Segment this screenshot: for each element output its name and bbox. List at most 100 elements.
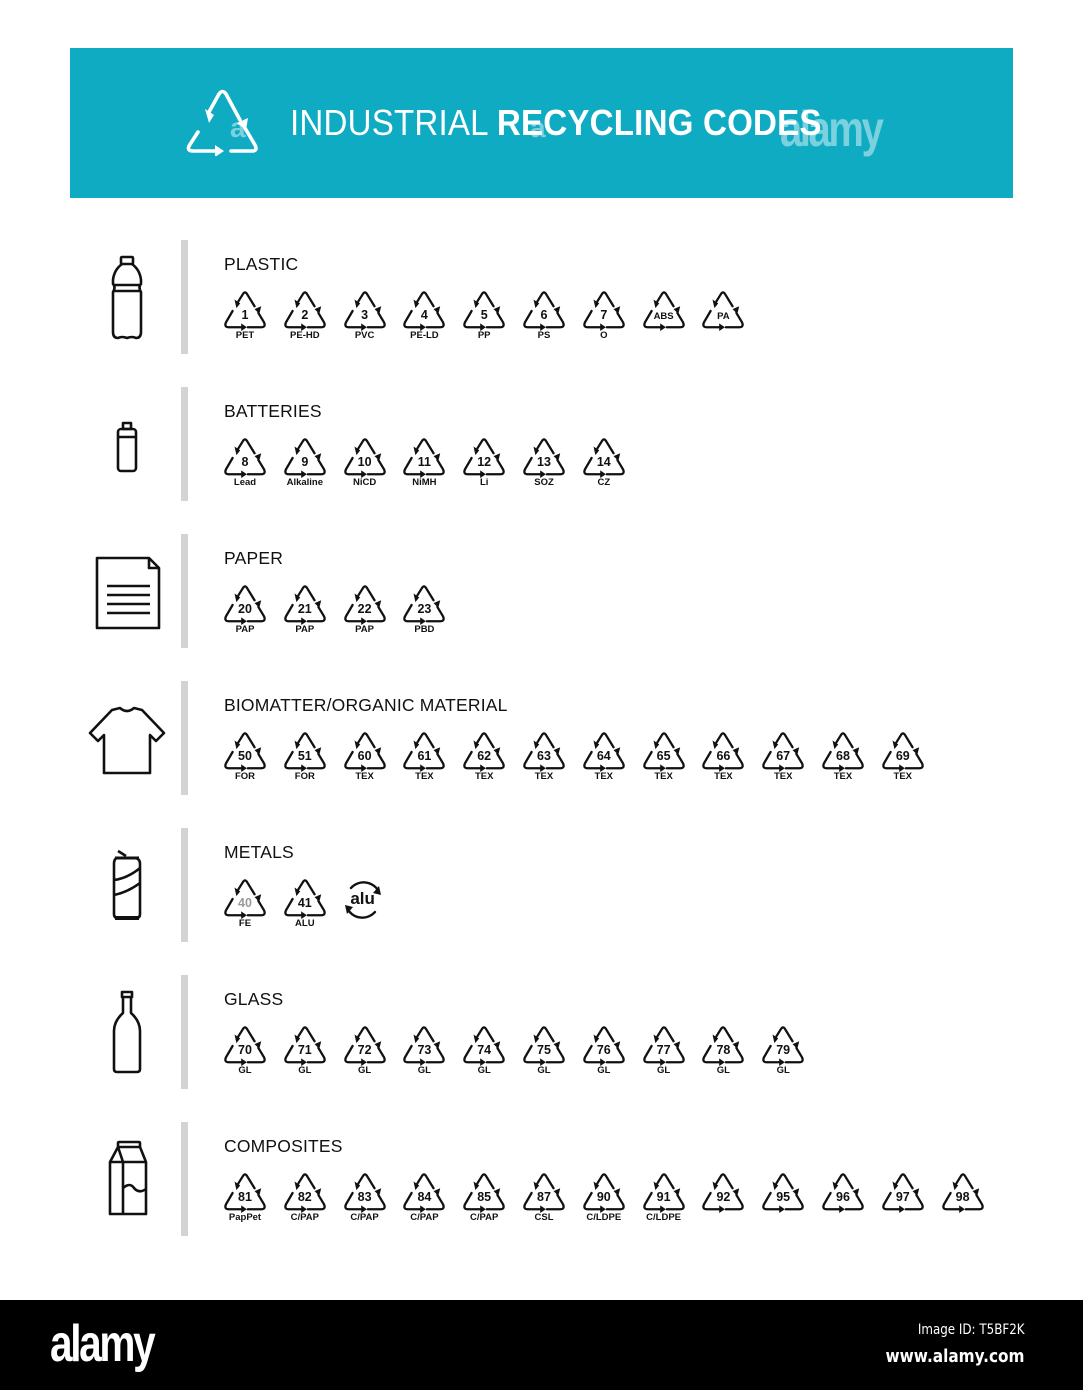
recycling-code: 63 TEX: [519, 731, 569, 787]
recycling-code: 9 Alkaline: [280, 437, 330, 493]
header-banner: a INDUSTRIAL RECYCLING CODES a alamy: [70, 48, 1013, 198]
recycling-code: 6 PS: [519, 290, 569, 346]
code-number: 63: [537, 749, 551, 763]
watermark-letter: a: [230, 112, 246, 143]
code-number: 50: [238, 749, 252, 763]
code-number: 8: [241, 455, 249, 469]
code-number: 14: [596, 455, 611, 469]
code-list: 8Lead 9Alkaline 10NiCD 11NiMH 12Li: [0, 437, 1083, 497]
recycling-code: 66 TEX: [698, 731, 748, 787]
code-label: CZ: [597, 477, 611, 488]
recycling-code: 97: [878, 1172, 928, 1228]
recycling-code: 40 FE: [220, 878, 270, 934]
code-number: 70: [238, 1043, 252, 1057]
code-label: TEX: [893, 771, 913, 782]
code-number: PA: [717, 311, 730, 322]
recycling-code: 77 GL: [639, 1025, 689, 1081]
watermark-letter: a: [530, 112, 546, 143]
code-number: 2: [301, 308, 309, 322]
code-number: 12: [477, 455, 492, 469]
code-number: 5: [480, 308, 488, 322]
code-number: 82: [297, 1190, 312, 1204]
code-list: 20 PAP 21 PAP 22 PAP 23 PBD: [0, 584, 1083, 644]
recycling-code: 41 ALU: [280, 878, 330, 934]
recycling-code: PA: [698, 290, 748, 346]
code-number: 72: [357, 1043, 372, 1057]
code-number: 4: [420, 308, 428, 322]
code-number: 76: [596, 1043, 611, 1057]
code-number: 41: [297, 896, 312, 910]
recycling-code: 4 PE-LD: [399, 290, 449, 346]
recycling-code: 84 C/PAP: [399, 1172, 449, 1228]
code-number: 10: [357, 455, 372, 469]
code-number: 13: [537, 455, 551, 469]
recycling-code: 70 GL: [220, 1025, 270, 1081]
title-light: INDUSTRIAL: [290, 102, 497, 143]
section-glass: GLASS 70 GL 71 GL 72 GL 73 GL 74 GL 75 G…: [0, 975, 1083, 1095]
code-number: 22: [357, 602, 372, 616]
code-number: 67: [776, 749, 791, 763]
recycling-code: 90 C/LDPE: [579, 1172, 629, 1228]
recycling-code: 3 PVC: [340, 290, 390, 346]
footer-url[interactable]: www.alamy.com: [886, 1346, 1025, 1367]
code-list: 81 PapPet 82 C/PAP 83 C/PAP 84 C/PAP 85 C: [0, 1172, 1083, 1232]
code-number: 84: [417, 1190, 432, 1204]
recycling-code: 8 Lead: [220, 437, 270, 493]
recycling-code: 22 PAP: [340, 584, 390, 640]
code-list: 50 FOR 51 FOR 60 TEX 61 TEX 62 TEX 63 TE…: [0, 731, 1083, 791]
recycling-code: 73 GL: [399, 1025, 449, 1081]
recycling-code: 20 PAP: [220, 584, 270, 640]
recycling-code: 76 GL: [579, 1025, 629, 1081]
alu-recycle-icon: alu: [341, 878, 385, 922]
recycling-code: 2 PE-HD: [280, 290, 330, 346]
code-label: PBD: [414, 624, 435, 635]
recycling-code: 67 TEX: [758, 731, 808, 787]
code-number: 23: [417, 602, 432, 616]
code-list: 40 FE 41 ALU alu: [0, 878, 1083, 938]
code-number: 75: [537, 1043, 551, 1057]
code-number: 77: [656, 1043, 671, 1057]
recycling-code: 65 TEX: [639, 731, 689, 787]
code-label: O: [600, 330, 608, 341]
recycling-code: 96: [818, 1172, 868, 1228]
code-label: GL: [776, 1065, 790, 1076]
code-list: 1 PET 2 PE-HD 3 PVC 4 PE-LD 5 PP 6 PS 7 …: [0, 290, 1083, 350]
recycle-triangle-icon: [186, 89, 258, 156]
recycling-code: 98: [938, 1172, 988, 1228]
code-number: 79: [776, 1043, 791, 1057]
code-number: 87: [537, 1190, 551, 1204]
section-title: PLASTIC: [224, 254, 299, 274]
code-number: 6: [540, 308, 548, 322]
code-number: 78: [716, 1043, 731, 1057]
recycling-code: 60 TEX: [340, 731, 390, 787]
section-title: PAPER: [224, 548, 284, 568]
page-title: INDUSTRIAL RECYCLING CODES: [290, 102, 822, 144]
recycling-code: 62 TEX: [459, 731, 509, 787]
recycling-code: 74 GL: [459, 1025, 509, 1081]
code-number: 68: [836, 749, 850, 763]
recycling-code: 10 NiCD: [340, 437, 390, 493]
code-number: 61: [417, 749, 432, 763]
code-number: 66: [716, 749, 731, 763]
code-number: 40: [238, 896, 252, 910]
recycling-code: 91 C/LDPE: [639, 1172, 689, 1228]
recycling-code: 23 PBD: [399, 584, 449, 640]
recycling-code: 1 PET: [220, 290, 270, 346]
recycling-code: 72 GL: [340, 1025, 390, 1081]
code-number: 97: [895, 1190, 910, 1204]
section-title: COMPOSITES: [224, 1136, 343, 1156]
recycling-code: 92: [698, 1172, 748, 1228]
code-number: 21: [297, 602, 312, 616]
section-biomatter-organic-material: BIOMATTER/ORGANIC MATERIAL 50 FOR 51 FOR 6…: [0, 681, 1083, 801]
code-number: 60: [357, 749, 372, 763]
code-list: 70 GL 71 GL 72 GL 73 GL 74 GL 75 GL 76 G…: [0, 1025, 1083, 1085]
section-title: BIOMATTER/ORGANIC MATERIAL: [224, 695, 508, 715]
recycling-code: 61 TEX: [399, 731, 449, 787]
code-number: 98: [955, 1190, 970, 1204]
code-number: 1: [241, 308, 249, 322]
section-plastic: PLASTIC 1 PET 2 PE-HD 3 PVC 4 PE-LD 5 PP…: [0, 240, 1083, 360]
recycling-code: 79 GL: [758, 1025, 808, 1081]
alu-text: alu: [350, 889, 375, 908]
code-number: 3: [361, 308, 369, 322]
code-number: 83: [357, 1190, 372, 1204]
